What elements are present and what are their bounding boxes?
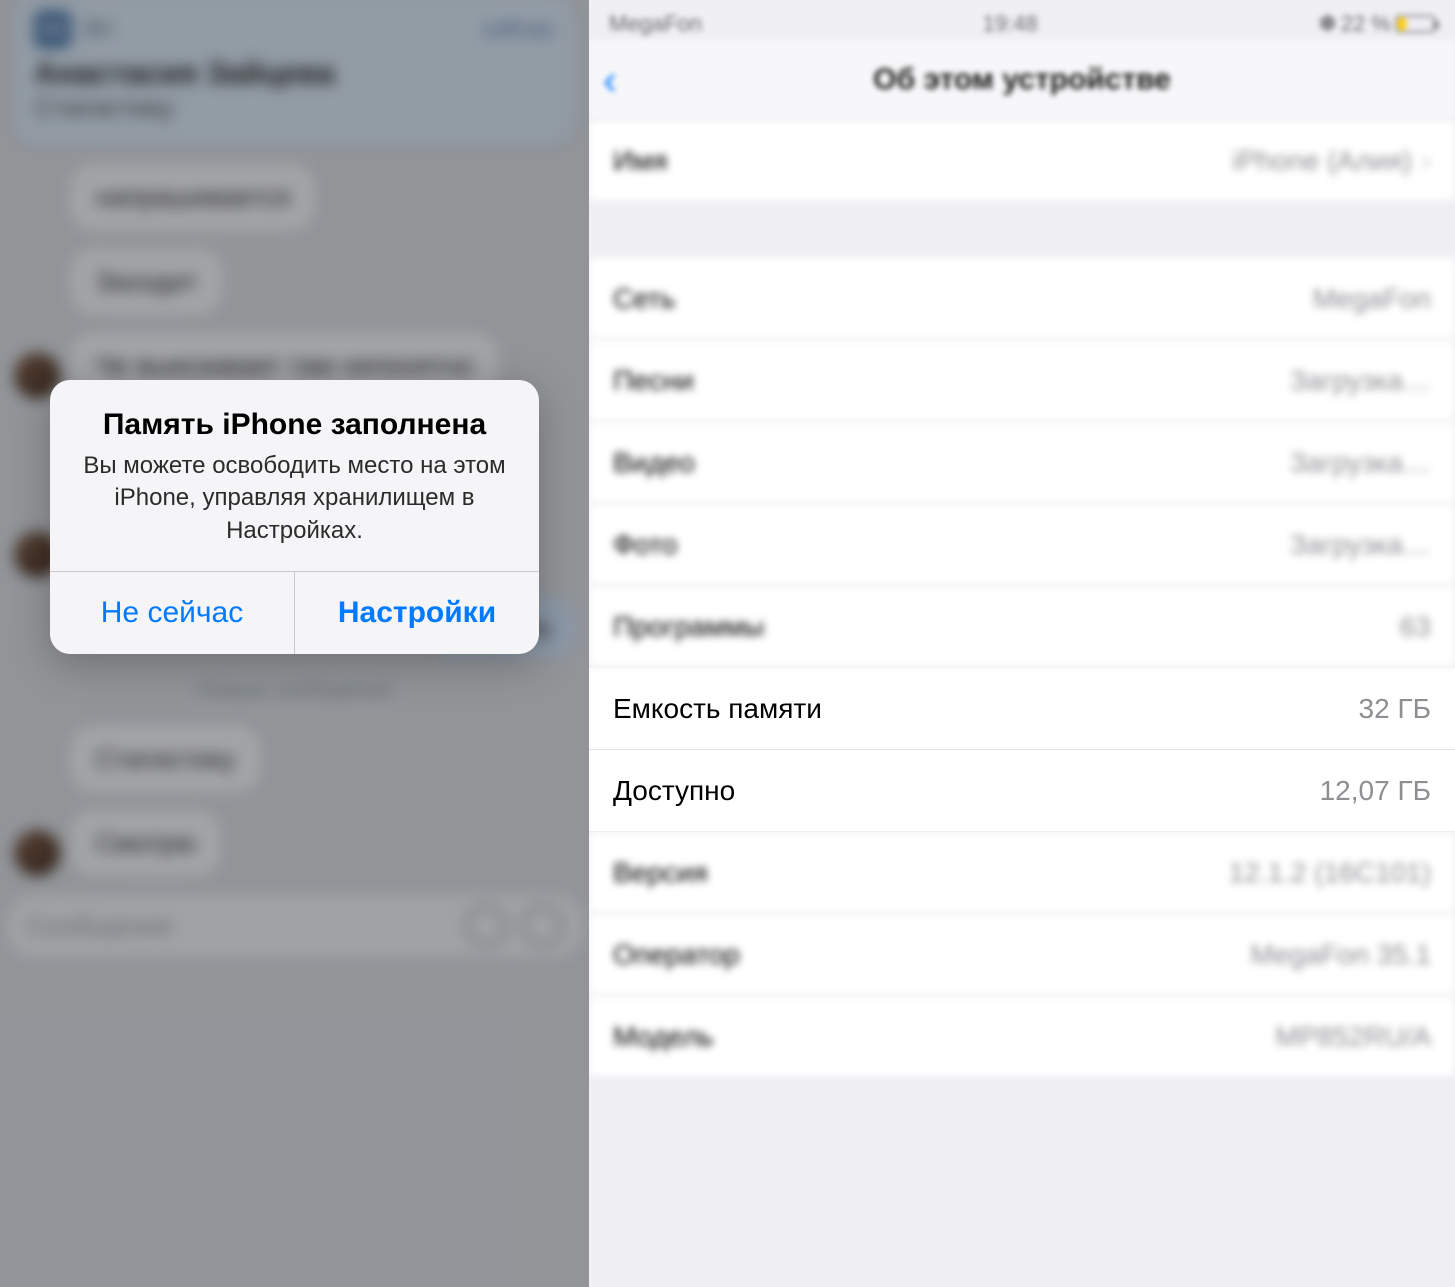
row-value: iPhone (Алия) <box>1232 145 1411 177</box>
storage-full-alert: Память iPhone заполнена Вы можете освобо… <box>50 380 539 654</box>
battery-indicator: ✽ 22 % <box>1318 11 1435 37</box>
row-label: Версия <box>613 857 708 889</box>
row-name[interactable]: Имя iPhone (Алия) › <box>589 120 1455 202</box>
row-version: Версия 12.1.2 (16C101) <box>589 832 1455 914</box>
row-capacity: Емкость памяти 32 ГБ <box>589 668 1455 750</box>
alert-message: Вы можете освободить место на этом iPhon… <box>76 450 513 547</box>
row-label: Песни <box>613 365 694 397</box>
row-label: Программы <box>613 611 764 643</box>
row-value: 12.1.2 (16C101) <box>1229 857 1431 889</box>
battery-percent: 22 % <box>1341 11 1391 37</box>
row-available: Доступно 12,07 ГБ <box>589 750 1455 832</box>
alert-title: Память iPhone заполнена <box>76 408 513 442</box>
row-label: Доступно <box>613 775 735 807</box>
row-value: 32 ГБ <box>1359 693 1431 725</box>
row-label: Сеть <box>613 283 675 315</box>
not-now-button[interactable]: Не сейчас <box>50 572 294 654</box>
row-value: Загрузка… <box>1290 365 1431 397</box>
row-value: Загрузка… <box>1290 447 1431 479</box>
nav-title: Об этом устройстве <box>589 63 1455 97</box>
row-apps: Программы 63 <box>589 586 1455 668</box>
row-songs: Песни Загрузка… <box>589 340 1455 422</box>
row-network: Сеть MegaFon <box>589 258 1455 340</box>
settings-button[interactable]: Настройки <box>294 572 539 654</box>
back-chevron-icon[interactable]: ‹ <box>603 56 617 104</box>
row-photo: Фото Загрузка… <box>589 504 1455 586</box>
row-value: MegaFon 35.1 <box>1250 939 1431 971</box>
row-label: Фото <box>613 529 677 561</box>
row-label: Видео <box>613 447 695 479</box>
carrier-label: MegaFon <box>609 11 702 37</box>
row-label: Модель <box>613 1021 714 1053</box>
row-value: 12,07 ГБ <box>1320 775 1431 807</box>
row-label: Оператор <box>613 939 740 971</box>
row-operator: Оператор MegaFon 35.1 <box>589 914 1455 996</box>
row-value: Загрузка… <box>1290 529 1431 561</box>
row-model: Модель MP852RU/A <box>589 996 1455 1078</box>
chevron-right-icon: › <box>1422 145 1431 177</box>
row-label: Емкость памяти <box>613 693 822 725</box>
row-value: MegaFon <box>1313 283 1431 315</box>
row-label: Имя <box>613 145 668 177</box>
left-screenshot: VK ВК сейчас Анастасия Зайцева Статистик… <box>0 0 589 1287</box>
row-value: MP852RU/A <box>1275 1021 1431 1053</box>
right-screenshot: MegaFon 19:48 ✽ 22 % ‹ Об этом устройств… <box>589 0 1455 1287</box>
status-bar: MegaFon 19:48 ✽ 22 % <box>589 0 1455 40</box>
row-value: 63 <box>1400 611 1431 643</box>
nav-bar: ‹ Об этом устройстве <box>589 40 1455 120</box>
row-video: Видео Загрузка… <box>589 422 1455 504</box>
clock: 19:48 <box>983 11 1038 37</box>
